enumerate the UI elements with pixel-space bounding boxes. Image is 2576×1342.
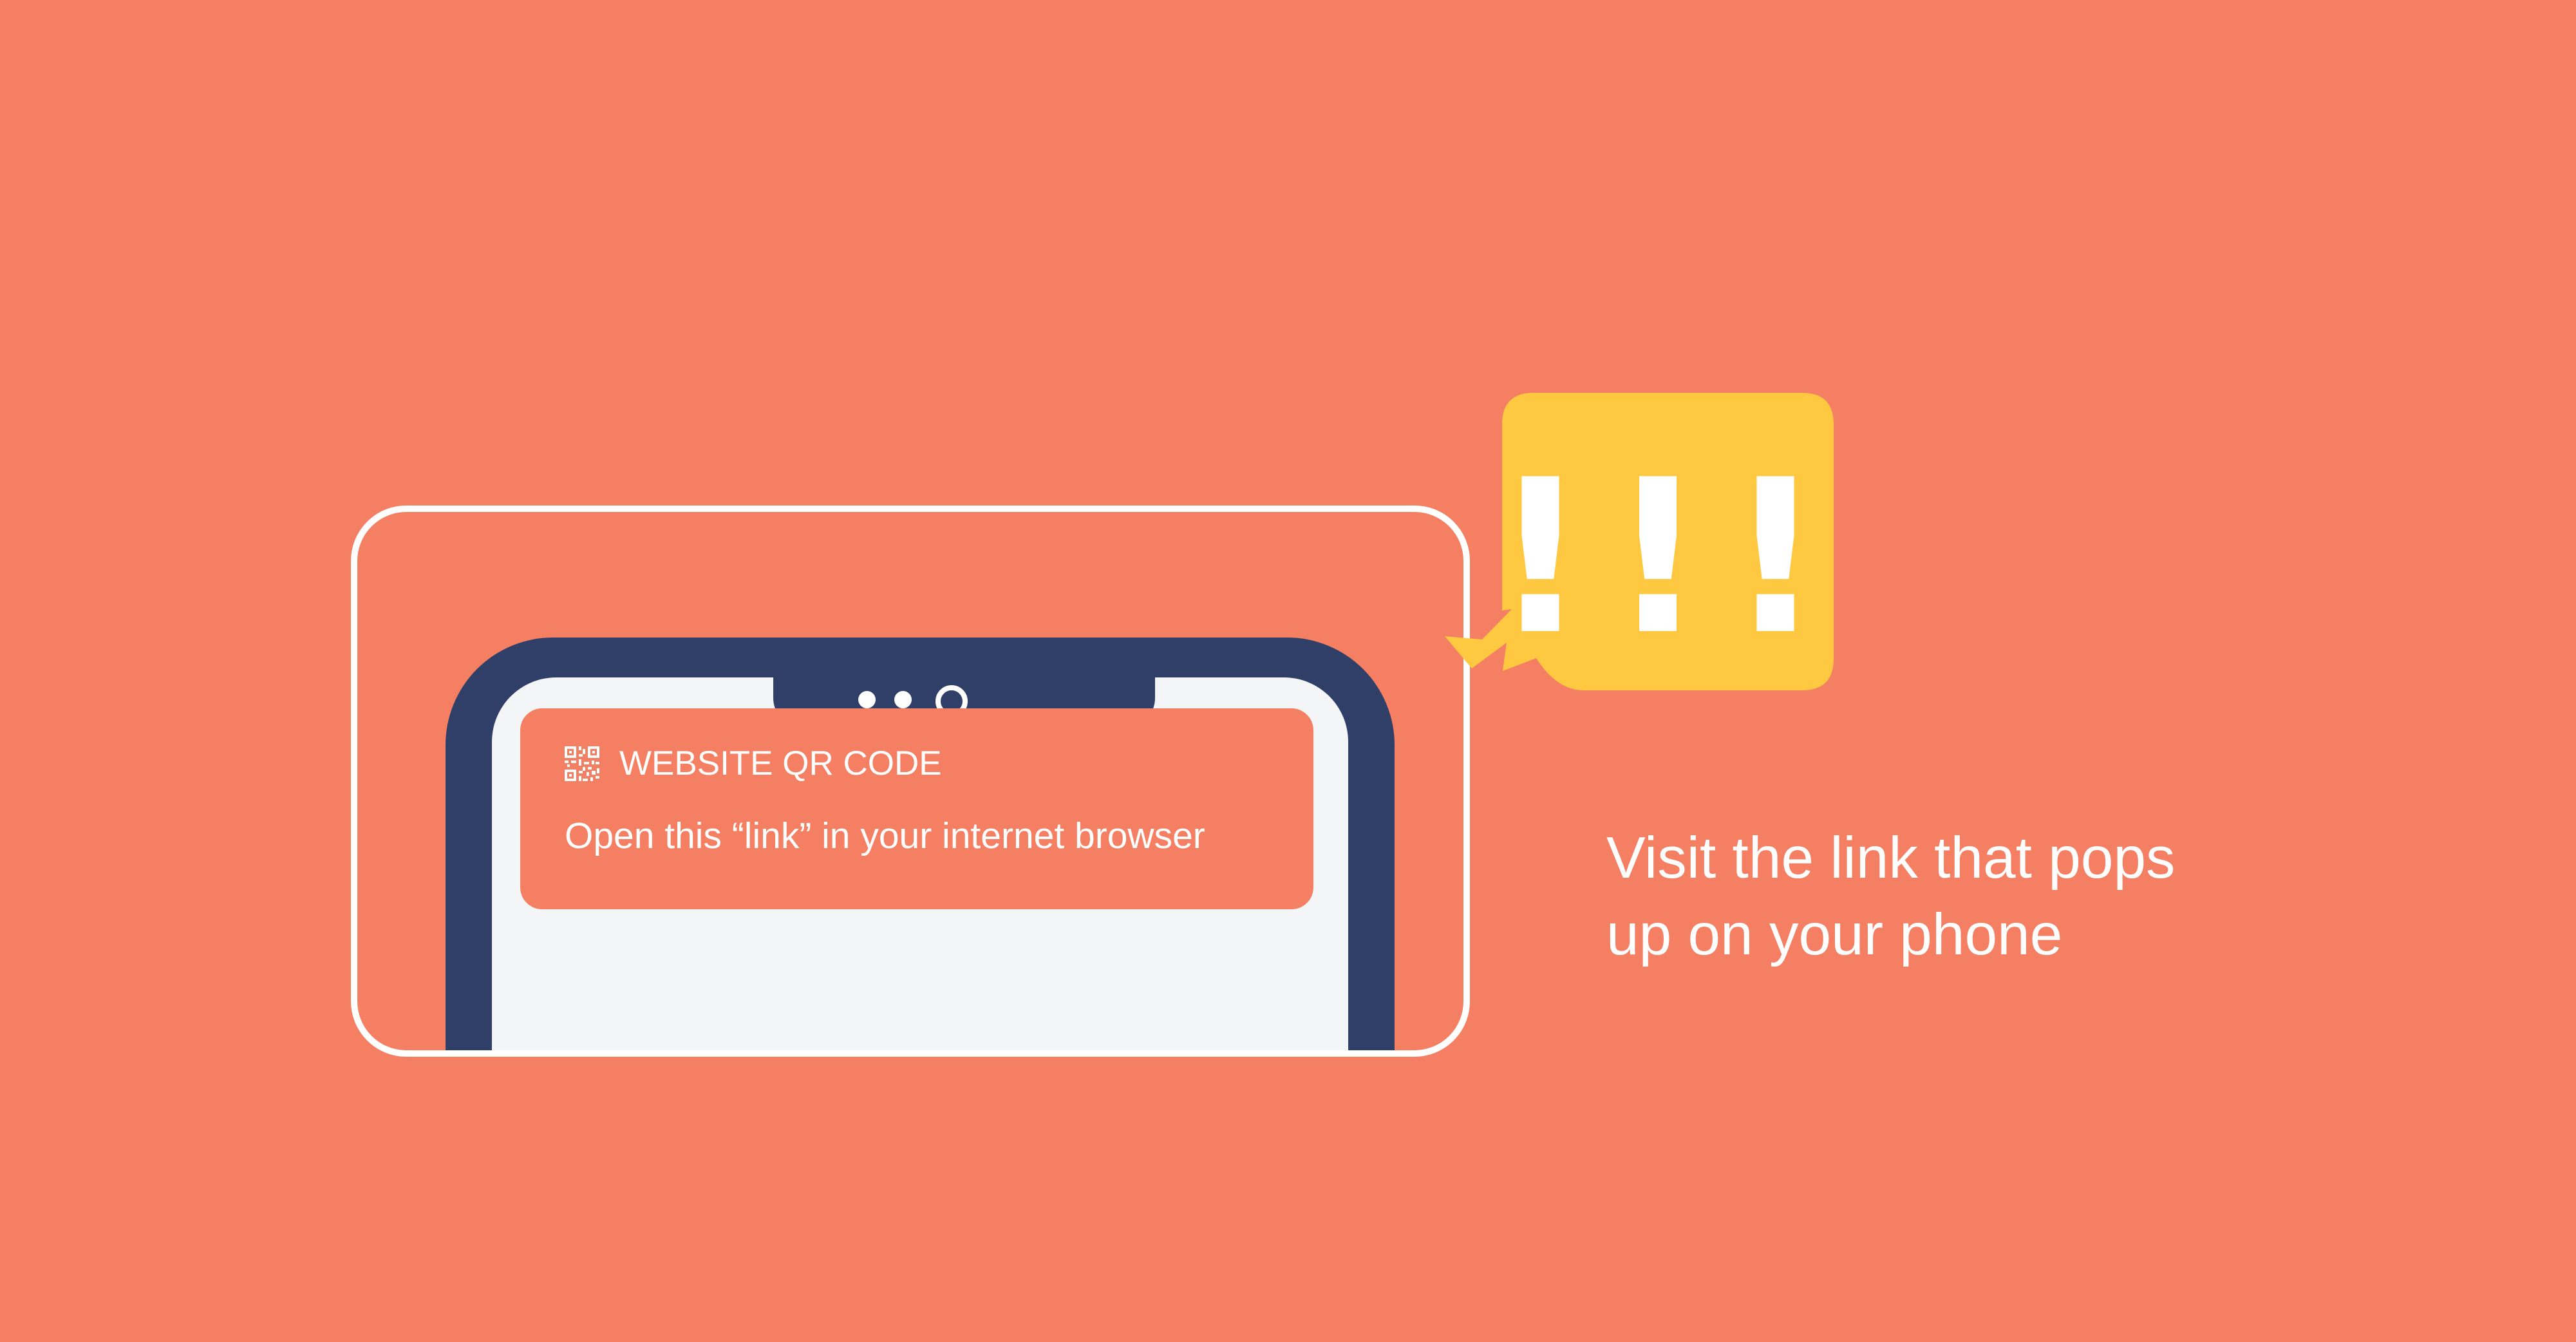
notification-app-name: WEBSITE QR CODE: [619, 744, 942, 782]
exclamation-icon: !!!: [1492, 434, 1834, 681]
notification-message: Open this “link” in your internet browse…: [565, 815, 1205, 856]
phone-screen: WEBSITE QR CODE Open this “link” in your…: [492, 675, 1348, 1050]
notch-dot: [894, 691, 912, 708]
notch-dot: [858, 691, 876, 708]
qr-notification[interactable]: WEBSITE QR CODE Open this “link” in your…: [520, 708, 1313, 909]
caption-line-1: Visit the link that pops: [1606, 826, 2176, 891]
instruction-caption: Visit the link that pops up on your phon…: [1606, 820, 2315, 973]
qr-code-icon: [565, 746, 599, 781]
illustration: WEBSITE QR CODE Open this “link” in your…: [0, 0, 2576, 1342]
alert-speech-bubble: !!!: [1445, 393, 1834, 690]
phone-viewport-frame: WEBSITE QR CODE Open this “link” in your…: [351, 506, 1470, 1057]
phone: WEBSITE QR CODE Open this “link” in your…: [446, 638, 1395, 1050]
caption-line-2: up on your phone: [1606, 902, 2063, 967]
